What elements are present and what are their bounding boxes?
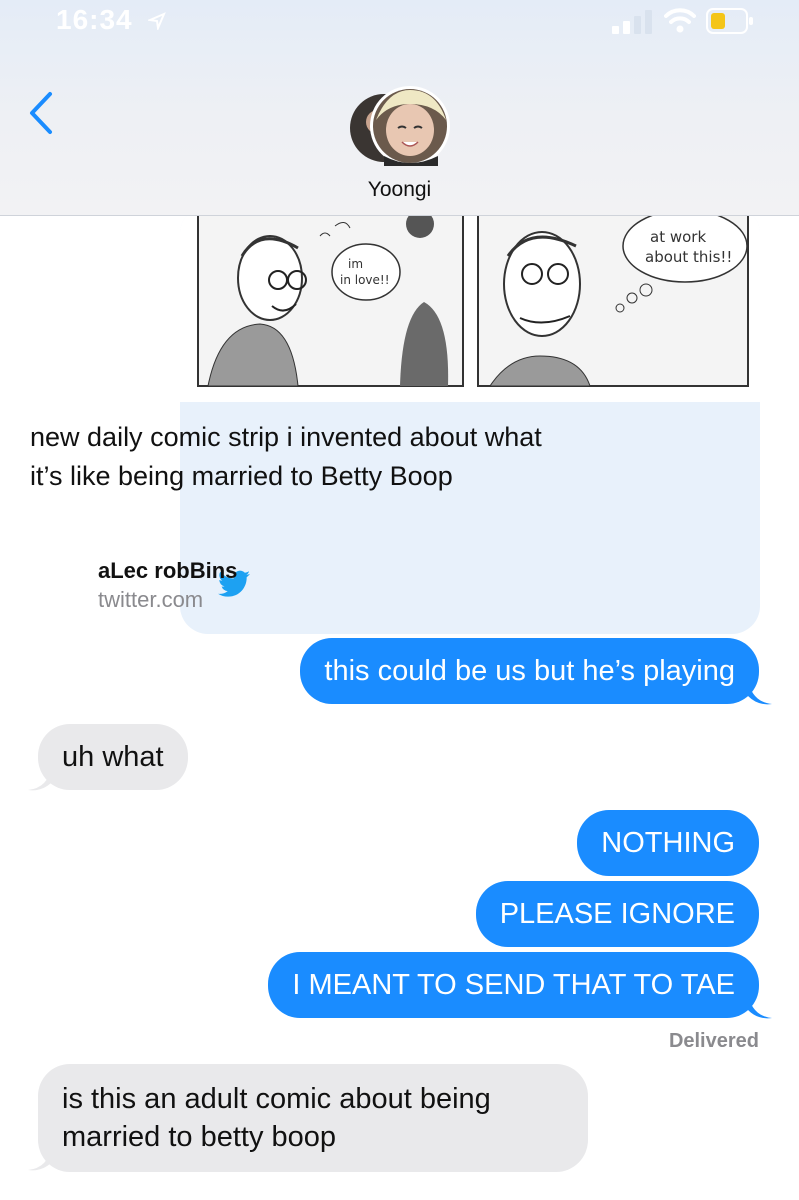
- status-time: 16:34: [56, 4, 133, 35]
- sent-bubble-tail: [748, 994, 772, 1019]
- contact-name[interactable]: Yoongi: [0, 178, 799, 202]
- comic-text-im: im: [348, 257, 363, 271]
- sent-bubble-tail: [748, 680, 772, 705]
- message-bubble-received[interactable]: uh what: [38, 724, 188, 790]
- message-bubble-sent[interactable]: NOTHING: [577, 810, 759, 876]
- link-preview-source: aLec robBins twitter.com: [98, 556, 237, 614]
- comic-text-at-work: at work: [650, 228, 706, 246]
- received-bubble-tail: [28, 1146, 52, 1171]
- message-text-line: married to betty boop: [62, 1121, 337, 1153]
- message-text: I MEANT TO SEND THAT TO TAE: [292, 969, 735, 1001]
- avatar[interactable]: [348, 86, 452, 166]
- comic-text-in-love: in love!!: [340, 273, 390, 287]
- location-arrow-icon: [148, 12, 166, 30]
- message-text: NOTHING: [601, 827, 735, 859]
- conversation-header: 16:34 Yoongi: [0, 0, 799, 216]
- message-bubble-sent[interactable]: I MEANT TO SEND THAT TO TAE: [268, 952, 759, 1018]
- message-bubble-received[interactable]: is this an adult comic about being marri…: [38, 1064, 588, 1172]
- wifi-icon: [664, 8, 696, 33]
- back-chevron-icon[interactable]: [22, 88, 62, 138]
- message-text: PLEASE IGNORE: [499, 898, 735, 930]
- link-preview-author: aLec robBins: [98, 558, 238, 583]
- message-bubble-sent[interactable]: PLEASE IGNORE: [475, 881, 759, 947]
- link-preview-domain: twitter.com: [98, 587, 204, 612]
- message-text: this could be us but he’s playing: [324, 655, 735, 687]
- battery-icon: [706, 8, 753, 34]
- message-text: uh what: [62, 741, 164, 773]
- comic-strip-image: im in love!! at work about this!!: [180, 206, 760, 402]
- received-bubble-tail: [28, 766, 52, 791]
- cellular-signal-icon: [612, 10, 652, 34]
- message-bubble-sent[interactable]: this could be us but he’s playing: [300, 638, 759, 704]
- message-text-line: is this an adult comic about being: [62, 1083, 491, 1115]
- link-preview-title: new daily comic strip i invented about w…: [30, 422, 542, 491]
- delivery-status: Delivered: [668, 1030, 759, 1052]
- comic-text-about-this: about this!!: [645, 248, 732, 266]
